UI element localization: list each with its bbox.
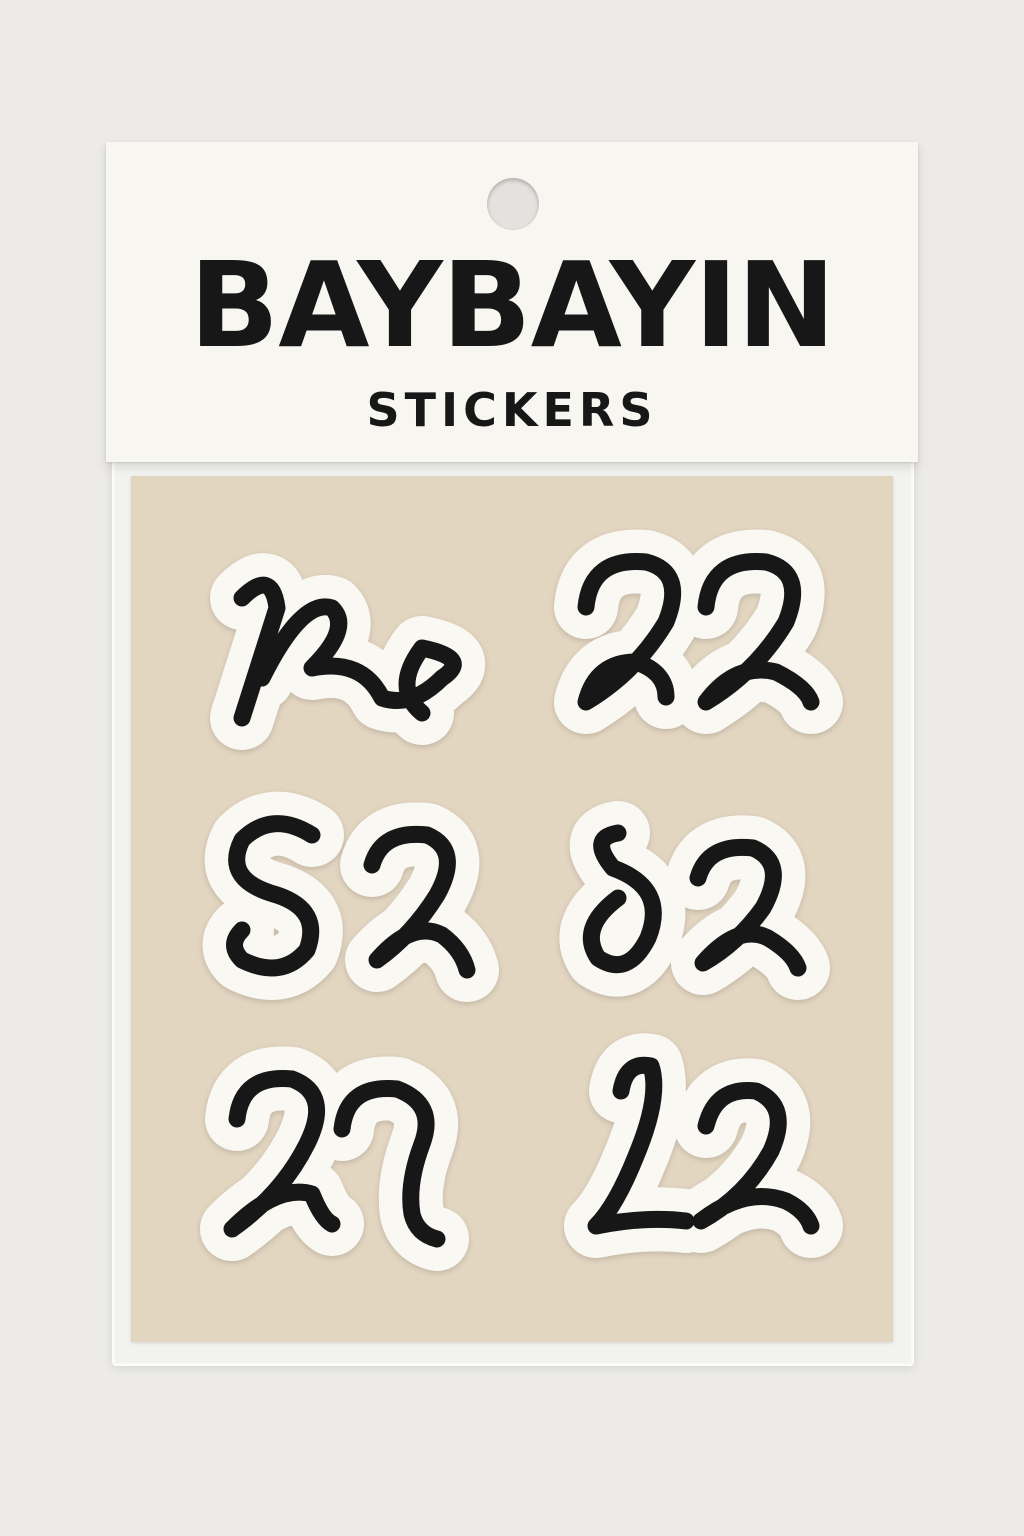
sticker-ka[interactable]: [182, 528, 486, 758]
sticker-double-a[interactable]: [536, 512, 846, 757]
sticker-la[interactable]: [536, 1016, 846, 1276]
baybayin-glyph-da-icon: [559, 801, 830, 1000]
baybayin-glyph-wa-icon: [200, 1046, 469, 1271]
sticker-wa[interactable]: [182, 1034, 492, 1274]
sticker-sa[interactable]: [182, 770, 512, 1020]
baybayin-glyph-ka-icon: [210, 553, 486, 750]
sticker-da[interactable]: [538, 778, 848, 1008]
hang-hole: [487, 178, 539, 230]
package-subtitle: STICKERS: [366, 383, 658, 437]
baybayin-glyph-sa-icon: [202, 791, 499, 1002]
baybayin-glyph-la-icon: [564, 1033, 843, 1258]
package-title: BAYBAYIN: [189, 236, 836, 374]
baybayin-glyph-double-a-icon: [554, 529, 843, 734]
